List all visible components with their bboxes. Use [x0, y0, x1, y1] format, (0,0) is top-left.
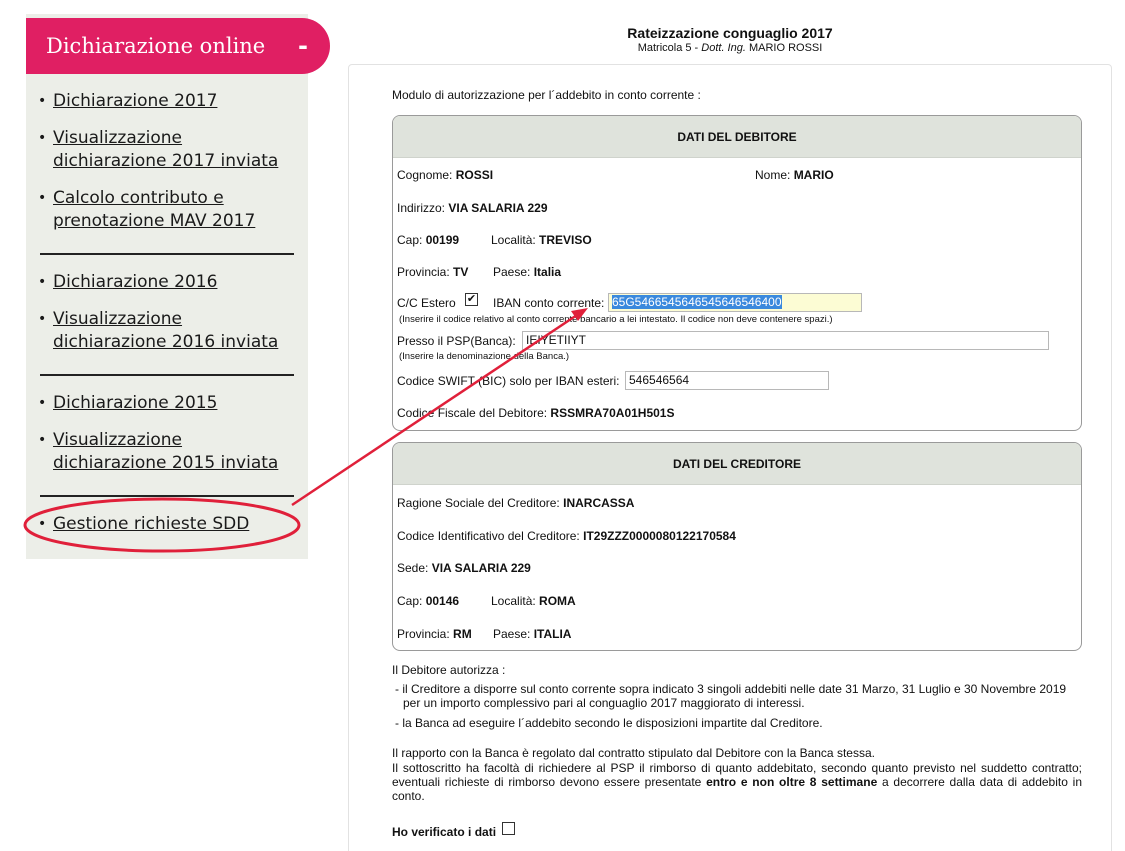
annotation-arrow-line: [291, 313, 578, 507]
annotation-overlay: [23, 308, 588, 553]
annotation-arrow-head: [571, 308, 588, 321]
highlight-ellipse: [23, 497, 301, 553]
